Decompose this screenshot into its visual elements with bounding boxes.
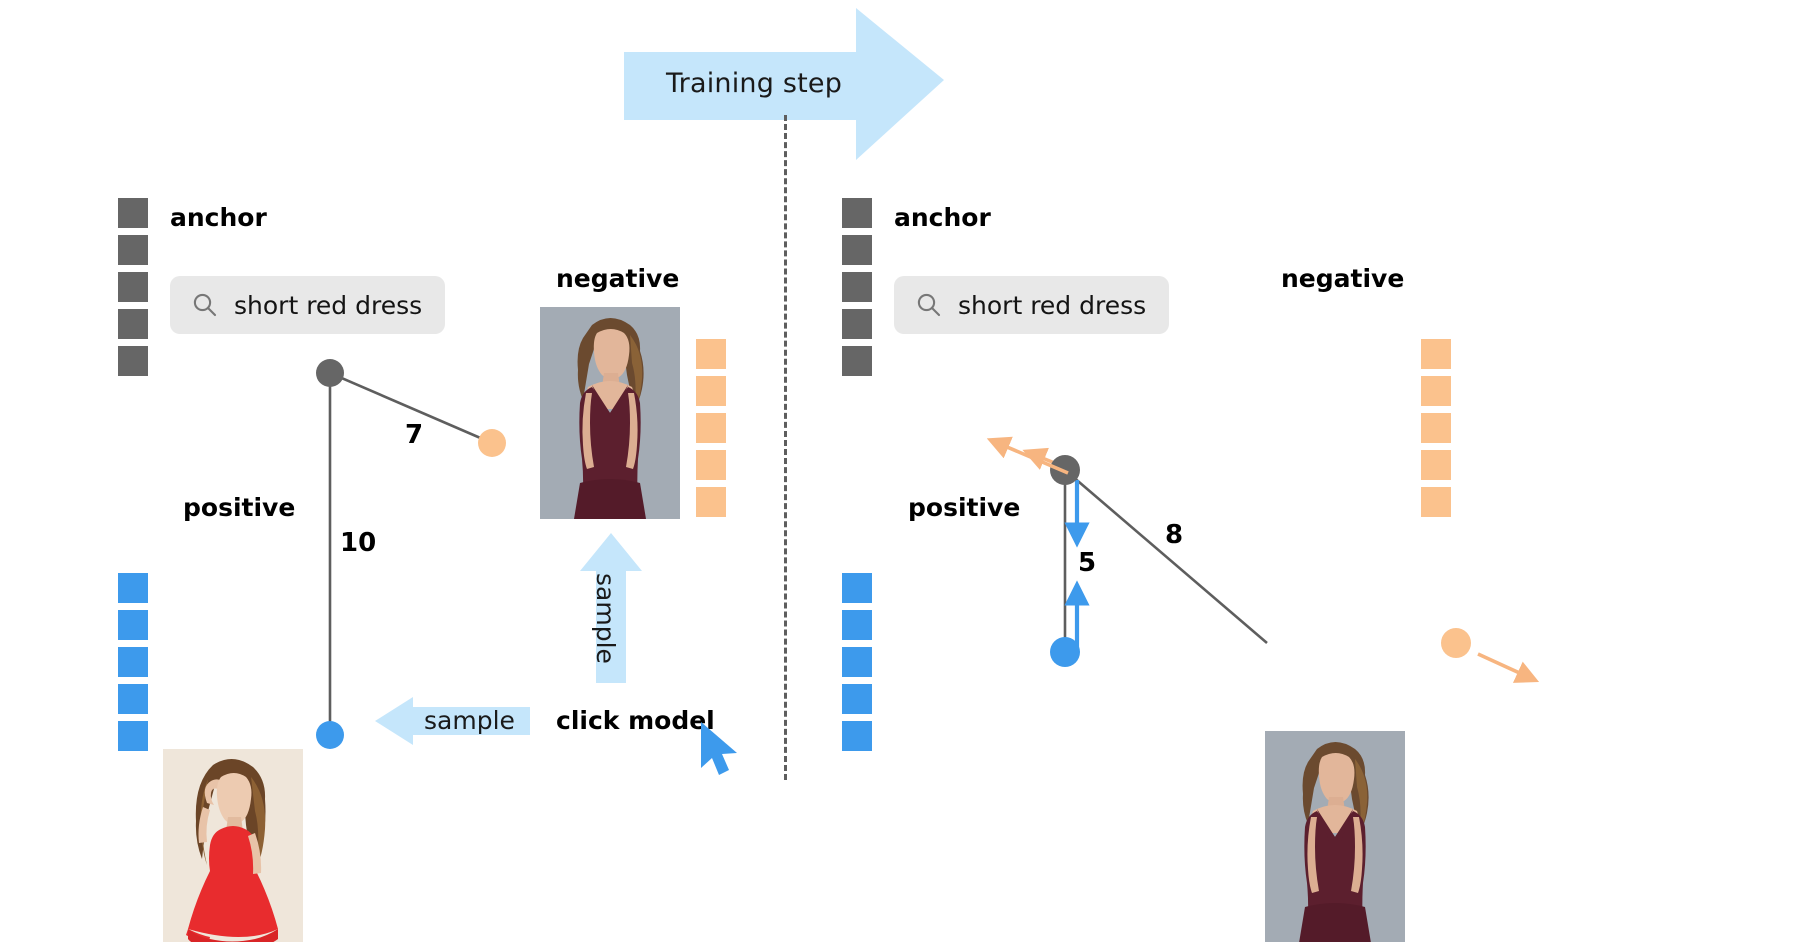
left-positive-image [163, 749, 303, 942]
embedding-swatch [118, 198, 148, 228]
embedding-swatch [1421, 487, 1451, 517]
embedding-swatch [842, 198, 872, 228]
left-negative-label: negative [556, 264, 680, 293]
embedding-swatch [842, 309, 872, 339]
diagram-canvas: Training step anchor short red dress neg… [0, 0, 1805, 942]
embedding-swatch [1421, 376, 1451, 406]
sample-horizontal-label: sample [424, 706, 515, 735]
right-negative-distance: 8 [1165, 520, 1184, 550]
embedding-swatch [842, 573, 872, 603]
left-positive-distance: 10 [340, 528, 377, 558]
embedding-swatch [118, 684, 148, 714]
search-icon [917, 293, 941, 317]
embedding-swatch [842, 647, 872, 677]
embedding-swatch [1421, 339, 1451, 369]
click-model-cursor[interactable] [697, 720, 743, 784]
left-negative-distance: 7 [405, 420, 424, 450]
embedding-swatch [842, 235, 872, 265]
embedding-swatch [842, 272, 872, 302]
training-step-label: Training step [665, 68, 843, 99]
embedding-swatch [118, 346, 148, 376]
panel-divider [784, 115, 787, 780]
right-search-value[interactable]: short red dress [958, 291, 1146, 320]
embedding-swatch [842, 721, 872, 751]
embedding-swatch [1421, 413, 1451, 443]
embedding-swatch [118, 610, 148, 640]
embedding-swatch [1421, 450, 1451, 480]
embedding-swatch [696, 339, 726, 369]
left-negative-point [478, 429, 506, 457]
left-anchor-label: anchor [170, 203, 267, 232]
embedding-swatch [842, 346, 872, 376]
embedding-swatch [696, 413, 726, 443]
left-positive-embedding-stack [118, 573, 148, 751]
cursor-pointer-icon [701, 722, 737, 775]
left-negative-embedding-stack [696, 339, 726, 517]
left-positive-point [316, 721, 344, 749]
right-search-box[interactable]: short red dress [894, 276, 1169, 334]
right-negative-embedding-stack [1421, 339, 1451, 517]
right-negative-image [1265, 731, 1405, 942]
click-model-label: click model [556, 706, 715, 735]
right-positive-distance: 5 [1078, 548, 1097, 578]
right-anchor-label: anchor [894, 203, 991, 232]
negative-push-arrow [1477, 652, 1540, 683]
search-icon [193, 293, 217, 317]
left-search-box[interactable]: short red dress [170, 276, 445, 334]
right-positive-embedding-stack [842, 573, 872, 751]
embedding-swatch [118, 573, 148, 603]
embedding-swatch [842, 610, 872, 640]
left-negative-image [540, 307, 680, 519]
embedding-swatch [118, 272, 148, 302]
embedding-swatch [118, 721, 148, 751]
embedding-swatch [118, 647, 148, 677]
embedding-swatch [842, 684, 872, 714]
sample-vertical-label: sample [591, 573, 620, 664]
embedding-swatch [696, 376, 726, 406]
left-anchor-point [316, 359, 344, 387]
left-positive-label: positive [183, 493, 296, 522]
left-search-value[interactable]: short red dress [234, 291, 422, 320]
right-negative-point [1441, 628, 1471, 658]
anchor-push-arrow-head [986, 436, 1069, 475]
embedding-swatch [118, 235, 148, 265]
embedding-swatch [696, 487, 726, 517]
embedding-swatch [118, 309, 148, 339]
right-negative-label: negative [1281, 264, 1405, 293]
right-positive-point [1050, 637, 1080, 667]
right-anchor-embedding-stack [842, 198, 872, 376]
embedding-swatch [696, 450, 726, 480]
right-negative-point-group [1441, 628, 1540, 683]
left-anchor-embedding-stack [118, 198, 148, 376]
